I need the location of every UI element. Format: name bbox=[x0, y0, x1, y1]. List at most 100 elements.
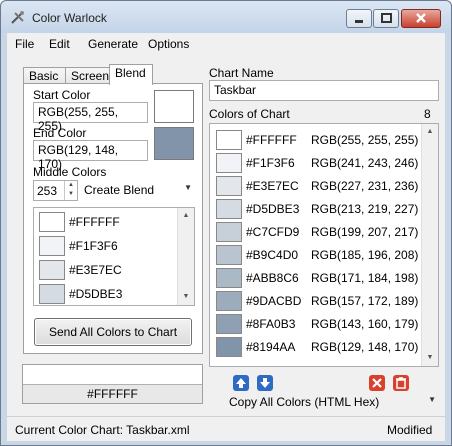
color-swatch bbox=[216, 291, 242, 311]
menu-generate[interactable]: Generate bbox=[88, 37, 138, 51]
list-item[interactable]: #8FA0B3 RGB(143, 160, 179) bbox=[216, 312, 420, 336]
clear-chart-button[interactable] bbox=[393, 375, 409, 391]
move-up-button[interactable] bbox=[233, 375, 249, 391]
send-all-colors-button[interactable]: Send All Colors to Chart bbox=[34, 318, 192, 346]
color-hex: #D5DBE3 bbox=[69, 287, 123, 301]
colors-of-chart-label: Colors of Chart bbox=[209, 107, 290, 121]
color-rgb: RGB(227, 231, 236) bbox=[311, 179, 419, 193]
middle-count-stepper[interactable]: 253 ▲ ▼ bbox=[33, 180, 78, 201]
chart-name-field[interactable]: Taskbar bbox=[209, 80, 439, 101]
list-item[interactable]: #B9C4D0 RGB(185, 196, 208) bbox=[216, 243, 420, 267]
list-item[interactable]: #E3E7EC RGB(227, 231, 236) bbox=[216, 174, 420, 198]
list-item[interactable]: #D5DBE3 RGB(213, 219, 227) bbox=[216, 197, 420, 221]
color-hex: #F1F3F6 bbox=[69, 239, 118, 253]
color-hex: #B9C4D0 bbox=[246, 248, 299, 262]
color-swatch bbox=[216, 245, 242, 265]
middle-count-value: 253 bbox=[37, 184, 58, 198]
tab-blend[interactable]: Blend bbox=[109, 64, 153, 85]
color-swatch bbox=[216, 176, 242, 196]
list-item[interactable]: #F1F3F6 RGB(241, 243, 246) bbox=[216, 151, 420, 175]
color-hex: #E3E7EC bbox=[69, 263, 122, 277]
list-item[interactable]: #ABB8C6 RGB(171, 184, 198) bbox=[216, 266, 420, 290]
end-color-label: End Color bbox=[33, 126, 87, 140]
color-hex: #E3E7EC bbox=[246, 179, 299, 193]
maximize-icon bbox=[381, 13, 392, 23]
chart-list-scrollbar[interactable]: ▲ ▼ bbox=[421, 124, 438, 366]
modified-status: Modified bbox=[387, 423, 433, 437]
copy-mode-dropdown[interactable]: Copy All Colors (HTML Hex) ▼ bbox=[225, 392, 440, 413]
trash-icon bbox=[396, 377, 406, 389]
color-hex: #F1F3F6 bbox=[246, 156, 295, 170]
color-rgb: RGB(185, 196, 208) bbox=[311, 248, 419, 262]
scroll-down-icon[interactable]: ▼ bbox=[422, 350, 438, 366]
color-hex: #ABB8C6 bbox=[246, 271, 299, 285]
move-down-button[interactable] bbox=[257, 375, 273, 391]
minimize-button[interactable] bbox=[346, 9, 372, 28]
close-button[interactable] bbox=[401, 9, 441, 28]
delete-x-icon bbox=[372, 378, 382, 388]
start-color-swatch[interactable] bbox=[154, 90, 194, 123]
scroll-down-icon[interactable]: ▼ bbox=[178, 289, 194, 305]
blend-panel: Start Color RGB(255, 255, 255) End Color… bbox=[23, 83, 203, 354]
preview-hex: #FFFFFF bbox=[23, 384, 202, 403]
color-hex: #D5DBE3 bbox=[246, 202, 300, 216]
close-icon bbox=[416, 13, 426, 23]
color-swatch bbox=[216, 153, 242, 173]
stepper-down-icon[interactable]: ▼ bbox=[65, 190, 77, 199]
tab-screen[interactable]: Screen bbox=[65, 67, 110, 84]
title-bar[interactable]: Color Warlock bbox=[1, 1, 451, 33]
color-swatch bbox=[39, 236, 65, 256]
list-item[interactable]: #E3E7EC bbox=[39, 258, 169, 282]
color-rgb: RGB(255, 255, 255) bbox=[311, 133, 419, 147]
color-rgb: RGB(213, 219, 227) bbox=[311, 202, 419, 216]
list-item[interactable]: #FFFFFF RGB(255, 255, 255) bbox=[216, 128, 420, 152]
list-item[interactable]: #8194AA RGB(129, 148, 170) bbox=[216, 335, 420, 359]
end-color-field[interactable]: RGB(129, 148, 170) bbox=[33, 140, 148, 171]
chart-name-label: Chart Name bbox=[209, 66, 274, 80]
color-hex: #FFFFFF bbox=[69, 215, 120, 229]
list-item[interactable]: #D5DBE3 bbox=[39, 282, 169, 305]
color-swatch bbox=[39, 284, 65, 304]
list-item[interactable]: #F1F3F6 bbox=[39, 234, 169, 258]
tab-basic[interactable]: Basic bbox=[23, 67, 66, 84]
delete-color-button[interactable] bbox=[369, 375, 385, 391]
color-rgb: RGB(129, 148, 170) bbox=[311, 340, 419, 354]
start-color-field[interactable]: RGB(255, 255, 255) bbox=[33, 102, 148, 133]
color-rgb: RGB(241, 243, 246) bbox=[311, 156, 419, 170]
blend-mode-value: Create Blend bbox=[84, 183, 155, 197]
client-area: File Edit Generate Options Basic Screen … bbox=[7, 33, 445, 441]
list-item[interactable]: #FFFFFF bbox=[39, 210, 169, 234]
list-item[interactable]: #9DACBD RGB(157, 172, 189) bbox=[216, 289, 420, 313]
stepper-buttons: ▲ ▼ bbox=[64, 181, 77, 200]
blend-list-scrollbar[interactable]: ▲ ▼ bbox=[177, 208, 194, 305]
blend-color-list[interactable]: #FFFFFF #F1F3F6 #E3E7EC #D5DBE3 ▲ ▼ bbox=[33, 207, 195, 306]
menu-options[interactable]: Options bbox=[148, 37, 189, 51]
color-swatch bbox=[216, 337, 242, 357]
maximize-button[interactable] bbox=[373, 9, 399, 28]
app-window: Color Warlock File Edit Generate Options… bbox=[0, 0, 452, 446]
minimize-icon bbox=[355, 20, 363, 23]
color-hex: #FFFFFF bbox=[246, 133, 297, 147]
chart-color-list[interactable]: #FFFFFF RGB(255, 255, 255) #F1F3F6 RGB(2… bbox=[209, 123, 439, 367]
color-swatch bbox=[39, 260, 65, 280]
scroll-up-icon[interactable]: ▲ bbox=[422, 124, 438, 140]
color-hex: #C7CFD9 bbox=[246, 225, 300, 239]
stepper-up-icon[interactable]: ▲ bbox=[65, 181, 77, 190]
menu-file[interactable]: File bbox=[15, 37, 34, 51]
status-bar: Current Color Chart: Taskbar.xml Modifie… bbox=[7, 416, 445, 441]
scroll-up-icon[interactable]: ▲ bbox=[178, 208, 194, 224]
color-hex: #9DACBD bbox=[246, 294, 302, 308]
blend-mode-dropdown[interactable]: Create Blend ▼ bbox=[80, 180, 196, 201]
menu-edit[interactable]: Edit bbox=[49, 37, 70, 51]
color-preview: #FFFFFF bbox=[22, 364, 203, 404]
color-rgb: RGB(143, 160, 179) bbox=[311, 317, 419, 331]
app-icon bbox=[11, 11, 24, 24]
color-swatch bbox=[216, 222, 242, 242]
list-item[interactable]: #C7CFD9 RGB(199, 207, 217) bbox=[216, 220, 420, 244]
start-color-label: Start Color bbox=[33, 88, 91, 102]
arrow-down-icon bbox=[260, 378, 270, 388]
chevron-down-icon: ▼ bbox=[184, 183, 192, 192]
arrow-up-icon bbox=[236, 378, 246, 388]
end-color-swatch[interactable] bbox=[154, 127, 194, 160]
middle-colors-label: Middle Colors bbox=[33, 165, 107, 179]
